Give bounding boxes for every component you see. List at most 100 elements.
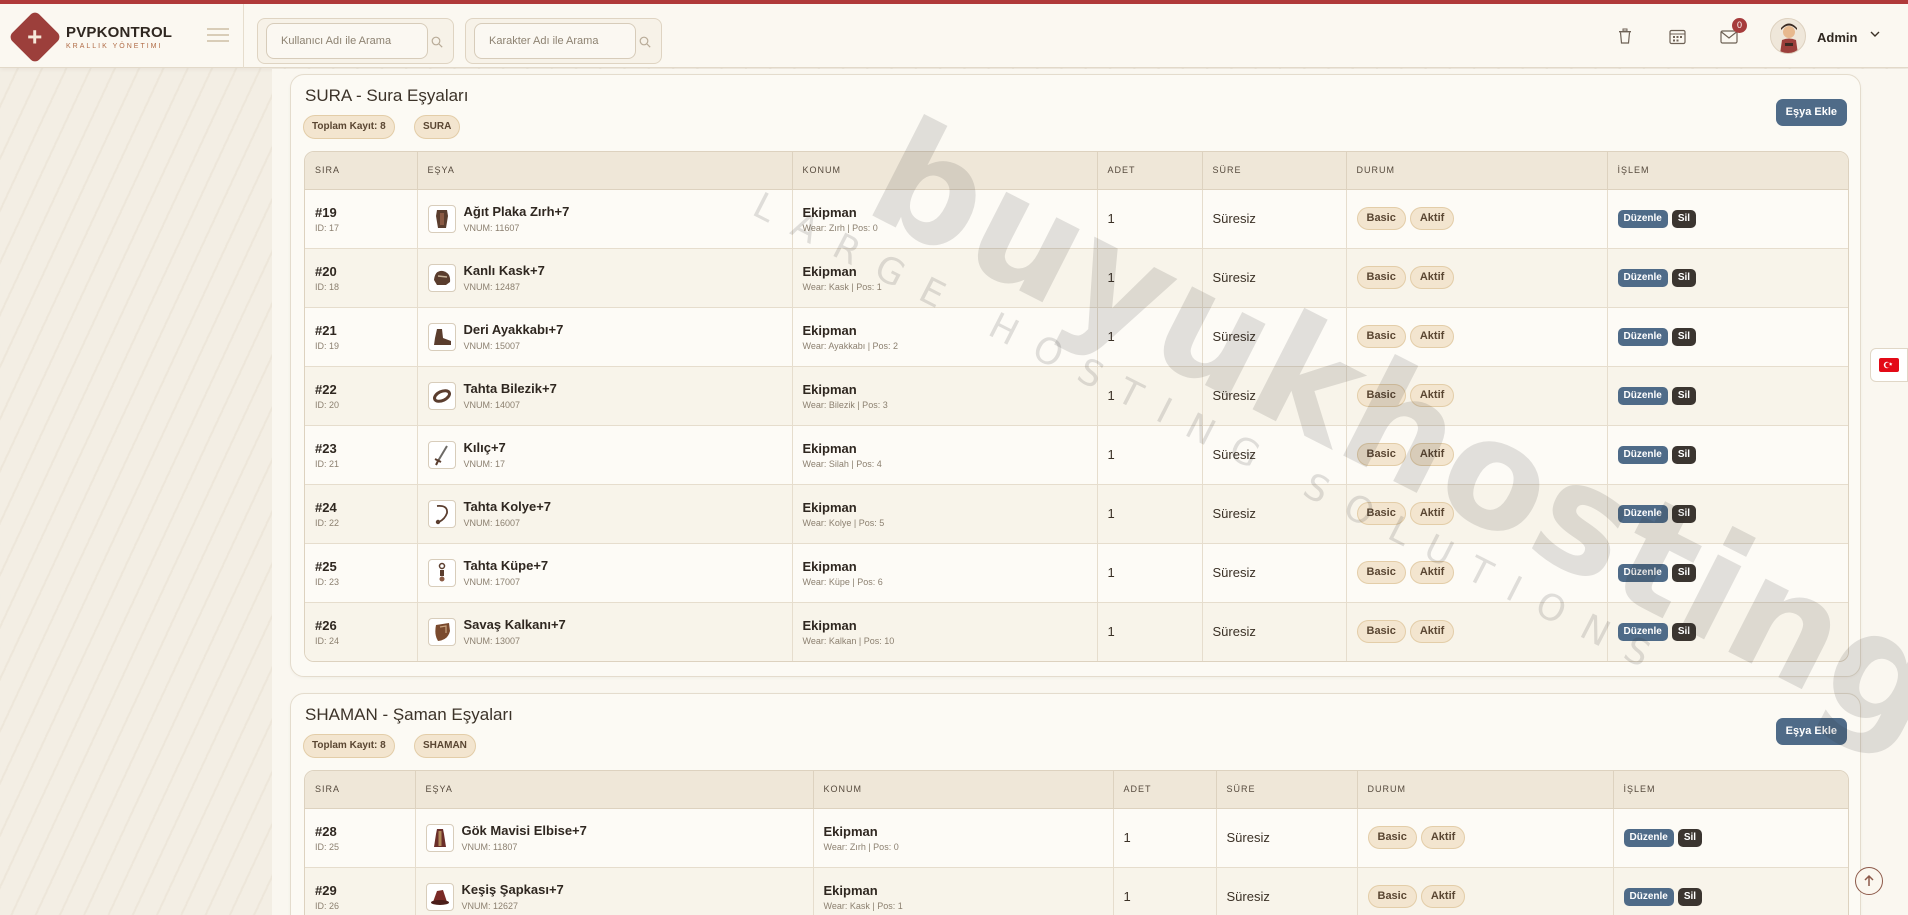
sira-cell: #29 ID: 26 (305, 867, 416, 915)
location-cell: Ekipman Wear: Kolye | Pos: 5 (792, 484, 1098, 544)
delete-button[interactable]: Sil (1671, 505, 1697, 523)
item-name: Tahta Kolye+7 (463, 499, 552, 514)
avatar[interactable] (1770, 18, 1806, 54)
search-icon[interactable] (639, 36, 651, 48)
duration-cell: Süresiz (1202, 425, 1347, 485)
wear-position: Wear: Zırh | Pos: 0 (823, 841, 899, 852)
mail-icon[interactable]: 0 (1719, 18, 1747, 46)
class-pill: SHAMAN (414, 734, 476, 758)
status-cell: Basic Aktif (1346, 248, 1608, 308)
edit-button[interactable]: Düzenle (1617, 210, 1668, 228)
column-header: DURUM (1346, 152, 1608, 190)
location-name: Ekipman (823, 823, 878, 839)
sira-cell: #21 ID: 19 (305, 307, 418, 367)
add-item-button[interactable]: Eşya Ekle (1775, 718, 1847, 745)
calendar-icon[interactable] (1667, 26, 1687, 46)
sira-cell: #20 ID: 18 (305, 248, 418, 308)
sira-cell: #26 ID: 24 (305, 602, 418, 661)
location-name: Ekipman (823, 882, 878, 898)
delete-button[interactable]: Sil (1677, 888, 1703, 907)
location-name: Ekipman (802, 381, 857, 397)
user-search-input[interactable] (266, 23, 428, 59)
edit-button[interactable]: Düzenle (1617, 387, 1668, 405)
type-badge: Basic (1367, 826, 1417, 849)
item-cell: Savaş Kalkanı+7 VNUM: 13007 (417, 602, 793, 661)
column-header: ADET (1113, 771, 1217, 809)
column-header: KONUM (792, 152, 1098, 190)
actions-cell: Düzenle Sil (1607, 543, 1848, 603)
delete-button[interactable]: Sil (1677, 829, 1703, 847)
edit-button[interactable]: Düzenle (1617, 269, 1668, 287)
item-name: Kılıç+7 (463, 440, 506, 455)
delete-button[interactable]: Sil (1671, 446, 1697, 464)
delete-button[interactable]: Sil (1671, 269, 1697, 287)
item-text: Keşiş Şapkası+7 VNUM: 12627 (462, 882, 564, 911)
wear-position: Wear: Kolye | Pos: 5 (802, 517, 885, 528)
user-search-box (257, 18, 454, 64)
scroll-to-top-button[interactable] (1855, 867, 1883, 895)
actions-cell: Düzenle Sil (1613, 867, 1848, 915)
total-count-pill: Toplam Kayıt: 8 (303, 734, 395, 758)
item-vnum: VNUM: 15007 (463, 341, 521, 351)
edit-button[interactable]: Düzenle (1617, 564, 1668, 582)
item-cell: Tahta Küpe+7 VNUM: 17007 (417, 543, 793, 603)
wear-position: Wear: Kalkan | Pos: 10 (802, 635, 895, 646)
delete-button[interactable]: Sil (1671, 387, 1697, 405)
delete-button[interactable]: Sil (1671, 564, 1697, 582)
edit-button[interactable]: Düzenle (1617, 328, 1668, 346)
duration-cell: Süresiz (1202, 189, 1347, 249)
duration-cell: Süresiz (1216, 867, 1358, 915)
language-selector[interactable] (1870, 348, 1908, 382)
edit-button[interactable]: Düzenle (1617, 623, 1668, 642)
item-info: Tahta Bilezik+7 VNUM: 14007 (427, 381, 792, 410)
location-cell: Ekipman Wear: Zırh | Pos: 0 (792, 189, 1098, 249)
delete-button[interactable]: Sil (1671, 328, 1697, 346)
column-header: İŞLEM (1607, 152, 1848, 190)
delete-button[interactable]: Sil (1671, 623, 1697, 642)
row-number: #26 (315, 617, 337, 633)
status-cell: Basic Aktif (1346, 602, 1608, 661)
row-number: #20 (315, 263, 337, 279)
item-name: Gök Mavisi Elbise+7 (461, 823, 587, 838)
edit-button[interactable]: Düzenle (1617, 446, 1668, 464)
shield-icon (427, 617, 456, 646)
brand-title: PVPKONTROL (66, 24, 173, 41)
column-header: SÜRE (1202, 152, 1347, 190)
item-info: Tahta Küpe+7 VNUM: 17007 (427, 558, 792, 587)
table-row: #19 ID: 17 Ağıt Plaka Zırh+7 VNUM: 11607 Eki… (305, 189, 1848, 249)
bracelet-icon (427, 381, 456, 410)
table-header-row: SIRA EŞYA KONUM ADET SÜRE DURUM İŞLEM (305, 152, 1848, 190)
item-info: Tahta Kolye+7 VNUM: 16007 (427, 499, 792, 528)
quantity-cell: 1 (1097, 543, 1203, 603)
sira-cell: #19 ID: 17 (305, 189, 418, 249)
section-card-shaman: SHAMAN - Şaman Eşyaları Toplam Kayıt: 8 … (290, 693, 1861, 915)
sira-cell: #22 ID: 20 (305, 366, 418, 426)
user-name[interactable]: Admin (1817, 30, 1857, 45)
duration-cell: Süresiz (1202, 484, 1347, 544)
location-cell: Ekipman Wear: Kalkan | Pos: 10 (792, 602, 1098, 661)
quantity-cell: 1 (1097, 248, 1203, 308)
delete-button[interactable]: Sil (1671, 210, 1697, 228)
trash-icon[interactable] (1615, 26, 1635, 46)
duration-cell: Süresiz (1216, 808, 1358, 868)
brand-subtitle: KRALLIK YÖNETIMI (66, 43, 163, 50)
duration-cell: Süresiz (1202, 307, 1347, 367)
search-icon[interactable] (431, 36, 443, 48)
necklace-icon (427, 499, 456, 528)
robe-icon (425, 823, 454, 852)
chevron-down-icon[interactable] (1869, 28, 1881, 40)
location-name: Ekipman (802, 617, 857, 633)
type-badge: Basic (1367, 885, 1417, 909)
add-item-button[interactable]: Eşya Ekle (1775, 99, 1847, 126)
character-search-input[interactable] (474, 23, 636, 59)
edit-button[interactable]: Düzenle (1623, 829, 1674, 847)
table-row: #26 ID: 24 Savaş Kalkanı+7 VNUM: 13007 Ekipm… (305, 602, 1848, 661)
edit-button[interactable]: Düzenle (1623, 888, 1674, 907)
status-badge: Aktif (1409, 561, 1455, 584)
type-badge: Basic (1356, 266, 1406, 289)
status-badge: Aktif (1409, 502, 1455, 525)
edit-button[interactable]: Düzenle (1617, 505, 1668, 523)
actions-cell: Düzenle Sil (1607, 425, 1848, 485)
hamburger-menu-icon[interactable] (207, 28, 229, 42)
header-divider (243, 4, 244, 68)
